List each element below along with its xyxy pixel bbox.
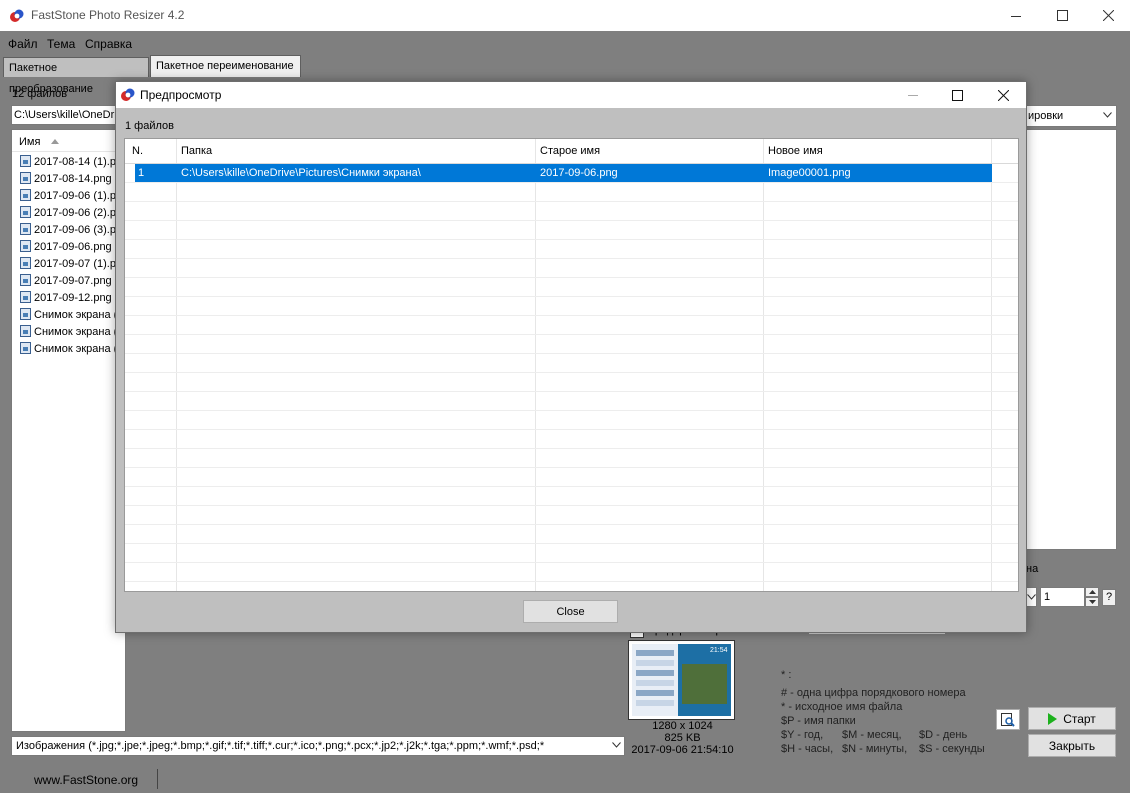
website-link[interactable]: www.FastStone.org [34, 773, 138, 787]
close-window-button[interactable] [1085, 0, 1130, 31]
folder-path-combo[interactable]: C:\Users\kille\OneDrive\Pictures\Снимки … [11, 105, 126, 125]
image-info: 1280 x 1024 825 KB 2017-09-06 21:54:10 [625, 720, 740, 756]
file-item[interactable]: 2017-08-14 (1).png [20, 154, 125, 171]
stepper-up-button[interactable] [1085, 587, 1099, 597]
file-item[interactable]: 2017-09-12.png [20, 290, 112, 307]
image-file-icon [20, 223, 31, 235]
minimize-icon [908, 95, 918, 96]
image-dimensions: 1280 x 1024 [652, 720, 713, 732]
magnifier-icon [1001, 712, 1015, 727]
chevron-down-icon [1103, 112, 1112, 118]
faststone-app-icon [121, 88, 135, 101]
dialog-body: 1 файлов N. Папка Старое имя Новое имя 1… [116, 108, 1026, 632]
chevron-up-icon [1088, 590, 1096, 594]
menu-bar: Файл Тема Справка [0, 31, 1130, 56]
rename-preview-grid[interactable]: N. Папка Старое имя Новое имя 1 C:\Users… [124, 138, 1019, 592]
play-icon [1048, 712, 1058, 725]
digits-combo[interactable] [1026, 587, 1037, 607]
close-icon [997, 89, 1009, 101]
sort-ascending-icon [51, 139, 59, 144]
status-bar: www.FastStone.org [0, 765, 1130, 793]
file-item[interactable]: 2017-09-06.png [20, 239, 112, 256]
maximize-button[interactable] [1039, 0, 1085, 31]
dialog-file-count: 1 файлов [125, 120, 174, 132]
dialog-title: Предпросмотр [140, 88, 222, 102]
file-list[interactable]: Имя 2017-08-14 (1).png 2017-08-14.png 20… [11, 129, 126, 732]
file-item[interactable]: 2017-08-14.png [20, 171, 112, 188]
dialog-close-x-button[interactable] [981, 82, 1025, 108]
image-file-icon [20, 257, 31, 269]
image-file-icon [20, 240, 31, 252]
file-item[interactable]: Снимок экрана (2).png [20, 324, 125, 341]
sort-order-combo[interactable]: ировки [1025, 105, 1117, 127]
row-old-name: 2017-09-06.png [540, 167, 618, 179]
image-thumbnail: 21:54 [628, 640, 735, 720]
dialog-close-button[interactable]: Close [523, 600, 618, 623]
help-button[interactable]: ? [1102, 589, 1116, 606]
menu-help[interactable]: Справка [85, 37, 132, 51]
row-folder: C:\Users\kille\OneDrive\Pictures\Снимки … [181, 167, 421, 179]
close-app-button[interactable]: Закрыть [1028, 734, 1116, 757]
preview-button[interactable] [996, 709, 1020, 730]
column-header-new-name[interactable]: Новое имя [768, 145, 823, 157]
start-number-label: на [1026, 563, 1039, 575]
start-number-stepper[interactable] [1085, 587, 1099, 607]
row-number: 1 [138, 167, 145, 179]
stepper-down-button[interactable] [1085, 597, 1099, 607]
name-column-label: Имя [19, 136, 41, 148]
file-item[interactable]: 2017-09-07 (1).png [20, 256, 125, 273]
title-bar: FastStone Photo Resizer 4.2 [0, 0, 1130, 31]
minimize-icon [1011, 15, 1021, 17]
thumbnail-time: 21:54 [710, 647, 728, 654]
image-file-icon [20, 274, 31, 286]
faststone-app-icon [10, 9, 24, 22]
dialog-title-bar: Предпросмотр [116, 82, 1026, 108]
file-type-filter-combo[interactable]: Изображения (*.jpg;*.jpe;*.jpeg;*.bmp;*.… [11, 736, 625, 756]
chevron-down-icon [1027, 594, 1036, 600]
dialog-minimize-button[interactable] [891, 82, 935, 108]
image-file-icon [20, 325, 31, 337]
image-size: 825 KB [664, 732, 701, 744]
window-title: FastStone Photo Resizer 4.2 [31, 8, 185, 22]
chevron-down-icon [612, 742, 621, 748]
image-datetime: 2017-09-06 21:54:10 [631, 744, 734, 756]
minimize-button[interactable] [993, 0, 1039, 31]
image-file-icon [20, 172, 31, 184]
column-header-number[interactable]: N. [132, 145, 143, 157]
column-header-folder[interactable]: Папка [181, 145, 212, 157]
menu-file[interactable]: Файл [8, 37, 38, 51]
rename-template-list[interactable] [1026, 129, 1117, 550]
preview-dialog: Предпросмотр 1 файлов N. Папка Старое им… [115, 81, 1027, 633]
image-file-icon [20, 342, 31, 354]
image-file-icon [20, 155, 31, 167]
image-file-icon [20, 189, 31, 201]
file-item[interactable]: Снимок экрана (3).png [20, 341, 125, 358]
image-file-icon [20, 206, 31, 218]
row-new-name: Image00001.png [768, 167, 851, 179]
file-item[interactable]: 2017-09-06 (1).png [20, 188, 125, 205]
start-number-input[interactable]: 1 [1040, 587, 1085, 607]
tab-batch-convert[interactable]: Пакетное преобразование [3, 57, 149, 95]
chevron-down-icon [1088, 600, 1096, 604]
close-icon [1102, 10, 1114, 21]
menu-theme[interactable]: Тема [47, 37, 75, 51]
maximize-icon [951, 89, 963, 101]
column-header-old-name[interactable]: Старое имя [540, 145, 600, 157]
file-item[interactable]: 2017-09-06 (2).png [20, 205, 125, 222]
file-item[interactable]: Снимок экрана (1).png [20, 307, 125, 324]
status-separator [157, 769, 158, 789]
start-button[interactable]: Старт [1028, 707, 1116, 730]
maximize-icon [1056, 10, 1068, 21]
image-file-icon [20, 308, 31, 320]
dialog-maximize-button[interactable] [935, 82, 979, 108]
tab-batch-rename[interactable]: Пакетное переименование [150, 55, 301, 77]
name-column-header[interactable]: Имя [12, 130, 125, 152]
file-item[interactable]: 2017-09-07.png [20, 273, 112, 290]
tab-bar: Пакетное преобразование Пакетное переиме… [0, 55, 1130, 95]
file-count-label: 12 файлов [12, 88, 68, 100]
rename-help-text: * : # - одна цифра порядкового номера * … [781, 669, 985, 755]
image-file-icon [20, 291, 31, 303]
file-item[interactable]: 2017-09-06 (3).png [20, 222, 125, 239]
